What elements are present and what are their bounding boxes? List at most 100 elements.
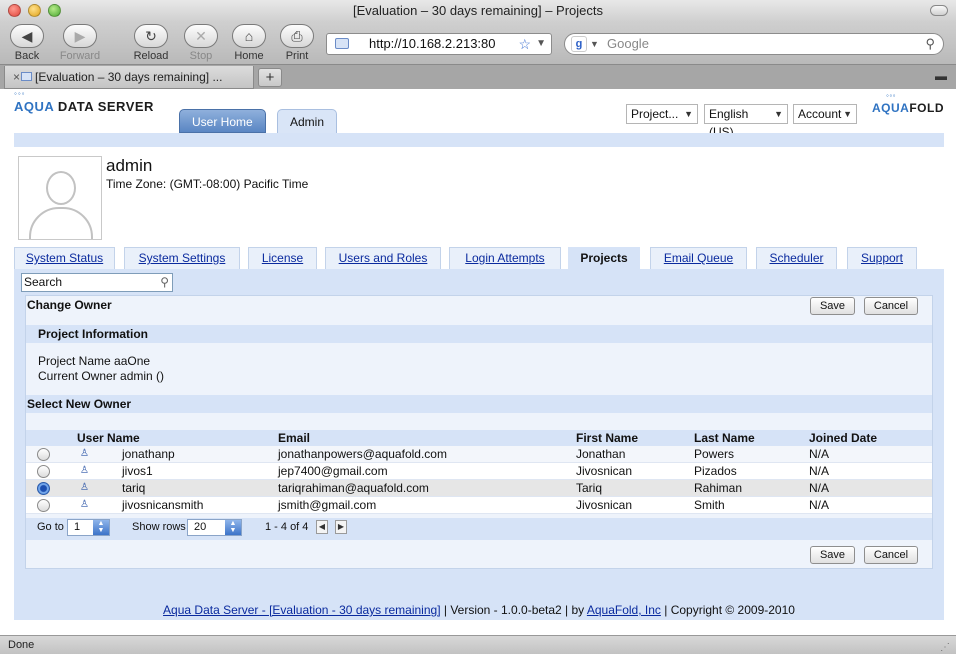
save-button[interactable]: Save xyxy=(810,297,855,315)
logo-drops-icon: ◦◦◦ xyxy=(885,91,896,100)
page-range: 1 - 4 of 4 xyxy=(265,521,309,533)
logo-fold-text: FOLD xyxy=(909,101,944,115)
aquafold-link[interactable]: AquaFold, Inc xyxy=(587,603,661,617)
forward-label: Forward xyxy=(59,50,101,62)
goto-page-value: 1 xyxy=(74,521,81,533)
table-row[interactable]: ♙ tariq tariqrahiman@aquafold.com Tariq … xyxy=(26,480,932,497)
column-last-name[interactable]: Last Name xyxy=(694,430,755,447)
evaluation-link[interactable]: Aqua Data Server - [Evaluation - 30 days… xyxy=(163,603,440,617)
row-user-name: jivosnicansmith xyxy=(122,498,204,512)
zoom-window-button[interactable] xyxy=(48,4,61,17)
project-dropdown-label: Project... xyxy=(631,107,679,121)
home-icon: ⌂ xyxy=(232,24,266,48)
search-input[interactable]: Search ⚲ xyxy=(21,273,173,292)
close-window-button[interactable] xyxy=(8,4,21,17)
row-joined-date: N/A xyxy=(809,481,830,495)
history-dropdown-icon[interactable]: ▼ xyxy=(536,34,546,54)
show-rows-select[interactable]: 20 ▲ ▼ xyxy=(187,519,242,536)
row-first-name: Tariq xyxy=(576,481,603,495)
row-last-name: Rahiman xyxy=(694,481,743,495)
select-owner-radio[interactable] xyxy=(37,465,50,478)
show-rows-value: 20 xyxy=(194,521,207,533)
tab-system-status[interactable]: System Status xyxy=(14,247,115,269)
header-divider xyxy=(14,133,944,147)
back-button[interactable]: ◀ Back xyxy=(2,24,52,62)
tab-user-home[interactable]: User Home xyxy=(179,109,266,133)
status-text: Done xyxy=(8,639,35,651)
web-search-field[interactable]: g ▼ Google ⚲ xyxy=(564,33,944,55)
cancel-button[interactable]: Cancel xyxy=(864,297,918,315)
select-owner-radio[interactable] xyxy=(37,448,50,461)
close-tab-icon[interactable]: × xyxy=(13,66,20,88)
account-dropdown[interactable]: Account ▼ xyxy=(793,104,857,124)
tab-login-attempts[interactable]: Login Attempts xyxy=(449,247,561,269)
stop-label: Stop xyxy=(189,50,213,62)
reload-button[interactable]: ↻ Reload xyxy=(126,24,176,62)
tab-email-queue[interactable]: Email Queue xyxy=(650,247,747,269)
print-button[interactable]: ⎙ Print xyxy=(272,24,322,62)
column-first-name[interactable]: First Name xyxy=(576,430,638,447)
user-icon: ♙ xyxy=(80,465,89,476)
admin-tabs: System Status System Settings License Us… xyxy=(14,247,944,269)
web-search-placeholder: Google xyxy=(607,36,649,51)
address-bar[interactable]: http://10.168.2.213:80 ☆ ▼ xyxy=(326,33,552,55)
cancel-button-bottom[interactable]: Cancel xyxy=(864,546,918,564)
user-icon: ♙ xyxy=(80,482,89,493)
browser-tab[interactable]: × [Evaluation – 30 days remaining] ... xyxy=(4,66,254,89)
toolbar-toggle-button[interactable] xyxy=(930,5,948,16)
row-joined-date: N/A xyxy=(809,447,830,461)
home-button[interactable]: ⌂ Home xyxy=(224,24,274,62)
select-owner-radio[interactable] xyxy=(37,499,50,512)
stop-button[interactable]: ✕ Stop xyxy=(176,24,226,62)
tab-users-and-roles[interactable]: Users and Roles xyxy=(325,247,441,269)
row-user-name: tariq xyxy=(122,481,146,495)
table-row[interactable]: ♙ jivosnicansmith jsmith@gmail.com Jivos… xyxy=(26,497,932,514)
tab-scheduler[interactable]: Scheduler xyxy=(756,247,837,269)
goto-page-stepper[interactable]: 1 ▲ ▼ xyxy=(67,519,110,536)
table-row[interactable]: ♙ jonathanp jonathanpowers@aquafold.com … xyxy=(26,446,932,463)
new-tab-button[interactable]: + xyxy=(258,68,282,87)
column-joined-date[interactable]: Joined Date xyxy=(809,430,877,447)
account-dropdown-label: Account xyxy=(798,107,842,121)
minimize-window-button[interactable] xyxy=(28,4,41,17)
google-icon[interactable]: g xyxy=(571,36,587,52)
tab-admin[interactable]: Admin xyxy=(277,109,338,134)
row-user-name: jivos1 xyxy=(122,464,153,478)
aquafold-logo: ◦◦◦ AQUAFOLD xyxy=(871,91,944,115)
language-dropdown[interactable]: English (US) ▼ xyxy=(704,104,788,139)
tab-support[interactable]: Support xyxy=(847,247,917,269)
column-user-name[interactable]: User Name xyxy=(77,430,140,447)
stepper-arrows-icon[interactable]: ▲ ▼ xyxy=(93,520,109,535)
select-owner-radio[interactable] xyxy=(37,482,50,495)
resize-grip-icon[interactable]: ⋰ xyxy=(940,639,950,654)
stepper-arrows-icon[interactable]: ▲ ▼ xyxy=(225,520,241,535)
row-joined-date: N/A xyxy=(809,498,830,512)
tab-list-icon[interactable]: ▬ xyxy=(932,69,950,85)
avatar-head-icon xyxy=(46,171,76,205)
bookmark-star-icon[interactable]: ☆ xyxy=(518,34,531,54)
chevron-down-icon: ▼ xyxy=(774,109,783,119)
forward-button[interactable]: ▶ Forward xyxy=(55,24,105,62)
project-dropdown[interactable]: Project... ▼ xyxy=(626,104,698,124)
chevron-down-icon: ▼ xyxy=(684,109,693,119)
home-label: Home xyxy=(234,50,264,62)
row-email: jsmith@gmail.com xyxy=(278,498,377,512)
logo-aqua-text: AQUA xyxy=(871,101,910,115)
footer-version: | Version - 1.0.0-beta2 | by xyxy=(440,603,587,617)
table-row[interactable]: ♙ jivos1 jep7400@gmail.com Jivosnican Pi… xyxy=(26,463,932,480)
next-page-icon[interactable]: ▶ xyxy=(335,520,347,534)
browser-tab-label: [Evaluation – 30 days remaining] ... xyxy=(35,70,223,84)
page-footer: Aqua Data Server - [Evaluation - 30 days… xyxy=(14,600,944,620)
search-icon[interactable]: ⚲ xyxy=(160,274,169,291)
search-engine-dropdown-icon[interactable]: ▼ xyxy=(590,34,599,54)
user-icon: ♙ xyxy=(80,499,89,510)
prev-page-icon[interactable]: ◀ xyxy=(316,520,328,534)
project-information-header: Project Information xyxy=(26,325,932,343)
column-email[interactable]: Email xyxy=(278,430,310,447)
tab-projects[interactable]: Projects xyxy=(568,247,640,269)
tab-license[interactable]: License xyxy=(248,247,317,269)
tab-system-settings[interactable]: System Settings xyxy=(124,247,240,269)
goto-label: Go to xyxy=(37,521,64,533)
row-first-name: Jivosnican xyxy=(576,464,633,478)
save-button-bottom[interactable]: Save xyxy=(810,546,855,564)
